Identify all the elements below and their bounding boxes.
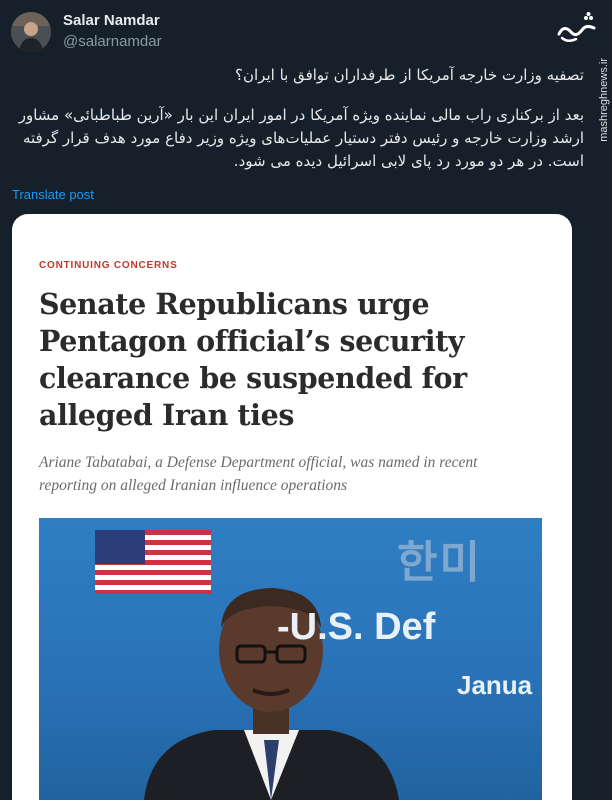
photo-sign-line1: -U.S. Def (277, 606, 436, 648)
avatar-image (11, 12, 51, 52)
photo-korean-text: 한미 (397, 537, 482, 588)
photo-sign-line2: Janua (457, 670, 533, 700)
article-headline: Senate Republicans urge Pentagon officia… (39, 287, 467, 432)
tweet-paragraph-2: بعد از برکناری راب مالی نماینده ویژه آمر… (18, 106, 584, 170)
tweet-text: تصفیه وزارت خارجه آمریکا از طرفداران توا… (12, 64, 584, 190)
translate-post-link[interactable]: Translate post (12, 187, 94, 202)
embedded-article-card[interactable]: CONTINUING CONCERNS Senate Republicans u… (12, 214, 572, 800)
watermark-site: mashreghnews.ir (598, 58, 610, 142)
article-kicker: CONTINUING CONCERNS (39, 260, 178, 271)
us-flag-icon (95, 530, 211, 594)
mashregh-logo (556, 10, 598, 46)
article-photo: 한미 -U.S. Def Janua (39, 518, 542, 800)
author-handle[interactable]: @salarnamdar (63, 33, 162, 50)
mashregh-logo-icon (557, 12, 596, 42)
author-name[interactable]: Salar Namdar (63, 12, 160, 29)
tweet-paragraph-1: تصفیه وزارت خارجه آمریکا از طرفداران توا… (235, 66, 584, 84)
article-dek: Ariane Tabatabai, a Defense Department o… (39, 454, 478, 494)
avatar[interactable] (11, 12, 51, 52)
